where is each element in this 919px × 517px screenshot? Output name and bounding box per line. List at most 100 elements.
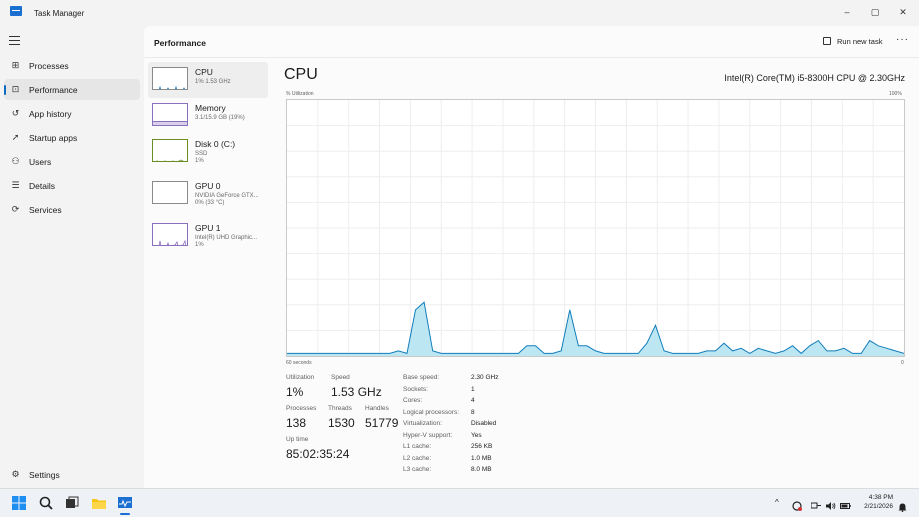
device-title: GPU 1 [195, 223, 221, 233]
details-icon: ☰ [11, 180, 20, 190]
more-options-button[interactable]: ··· [896, 34, 909, 45]
l3-cache-value: 8.0 MB [471, 466, 492, 473]
processes-icon: ⊞ [11, 60, 20, 70]
device-subtitle-2: 1% [195, 158, 204, 164]
cpu-model-name: Intel(R) Core(TM) i5-8300H CPU @ 2.30GHz [724, 73, 905, 83]
battery-icon[interactable] [840, 498, 851, 509]
cpu-thumbnail-graph [152, 67, 188, 90]
sidebar-item-processes[interactable]: ⊞ Processes [4, 55, 140, 76]
memory-thumbnail-graph [152, 103, 188, 126]
threads-value: 1530 [328, 416, 355, 430]
gpu1-thumbnail-graph [152, 223, 188, 246]
device-gpu-0[interactable]: GPU 0 NVIDIA GeForce GTX... 0% (33 °C) [148, 176, 268, 212]
clock-time[interactable]: 4:38 PM [853, 494, 893, 501]
cpu-utilization-chart [287, 100, 905, 356]
gear-icon: ⚙ [11, 469, 20, 479]
sidebar-item-label: Performance [29, 85, 78, 95]
sidebar-item-app-history[interactable]: ↺ App history [4, 103, 140, 124]
clock-date[interactable]: 2/21/2026 [853, 503, 893, 510]
handles-label: Handles [365, 405, 389, 412]
cpu-utilization-graph [286, 99, 905, 357]
cpu-detail-title: CPU [284, 66, 318, 83]
y-axis-label: % Utilization [286, 91, 314, 97]
sidebar-item-performance[interactable]: ⊡ Performance [4, 79, 140, 100]
sidebar-item-label: Settings [29, 470, 60, 480]
device-title: GPU 0 [195, 181, 221, 191]
window-title: Task Manager [34, 9, 85, 18]
security-status-icon[interactable] [792, 498, 802, 511]
sidebar-item-users[interactable]: ⚇ Users [4, 151, 140, 172]
utilization-label: Utilization [286, 374, 315, 381]
sidebar-item-settings[interactable]: ⚙ Settings [4, 464, 140, 485]
device-subtitle: Intel(R) UHD Graphic... [195, 235, 258, 241]
search-icon[interactable] [39, 496, 53, 510]
device-gpu-1[interactable]: GPU 1 Intel(R) UHD Graphic... 1% [148, 218, 268, 254]
speed-label: Speed [331, 374, 350, 381]
l2-cache-label: L2 cache: [403, 454, 432, 462]
device-subtitle: 3.1/15.9 GB (19%) [195, 115, 245, 121]
task-view-icon[interactable] [65, 496, 79, 510]
network-icon[interactable] [810, 498, 821, 509]
logical-processors-label: Logical processors: [403, 408, 459, 416]
sidebar-item-details[interactable]: ☰ Details [4, 175, 140, 196]
users-icon: ⚇ [11, 156, 20, 166]
processes-value: 138 [286, 416, 307, 430]
l1-cache-value: 256 KB [471, 443, 493, 450]
device-subtitle: SSD [195, 151, 208, 157]
device-memory[interactable]: Memory 3.1/15.9 GB (19%) [148, 98, 268, 134]
x-axis-right-label: 0 [901, 360, 904, 366]
device-title: Disk 0 (C:) [195, 139, 236, 149]
cores-label: Cores: [403, 397, 423, 404]
maximize-button[interactable]: ▢ [864, 4, 886, 20]
taskbar: ^ 4:38 PM 2/21/2026 [0, 488, 919, 517]
task-manager-app-icon [10, 6, 22, 16]
sidebar-item-startup-apps[interactable]: ➚ Startup apps [4, 127, 140, 148]
sidebar: ⊞ Processes ⊡ Performance ↺ App history … [0, 26, 144, 488]
close-button[interactable]: ✕ [892, 4, 914, 20]
minimize-button[interactable]: – [836, 4, 858, 20]
device-list: CPU 1% 1.53 GHz Memory 3.1/15.9 GB (19%)… [148, 60, 269, 480]
virtualization-value: Disabled [471, 420, 497, 427]
task-manager-taskbar-icon[interactable] [118, 496, 132, 515]
base-speed-value: 2.30 GHz [471, 374, 499, 381]
l1-cache-label: L1 cache: [403, 443, 432, 450]
device-subtitle: NVIDIA GeForce GTX... [195, 193, 259, 199]
gpu0-thumbnail-graph [152, 181, 188, 204]
device-subtitle-2: 0% (33 °C) [195, 200, 225, 206]
device-cpu[interactable]: CPU 1% 1.53 GHz [148, 62, 268, 98]
sidebar-item-label: Details [29, 181, 55, 191]
cores-value: 4 [471, 397, 475, 404]
speed-value: 1.53 GHz [331, 385, 382, 399]
l2-cache-value: 1.0 MB [471, 454, 492, 462]
device-subtitle-2: 1% [195, 242, 204, 248]
device-title: Memory [195, 103, 226, 113]
x-axis-left-label: 60 seconds [286, 360, 312, 366]
threads-label: Threads [328, 405, 352, 412]
y-axis-max-label: 100% [889, 91, 902, 97]
l3-cache-label: L3 cache: [403, 466, 432, 473]
sockets-value: 1 [471, 385, 475, 393]
show-hidden-icons-chevron-icon[interactable]: ^ [775, 498, 779, 507]
hamburger-menu-icon[interactable] [9, 36, 20, 45]
sidebar-item-services[interactable]: ⟳ Services [4, 199, 140, 220]
uptime-value: 85:02:35:24 [286, 447, 350, 461]
logical-processors-value: 8 [471, 408, 475, 416]
processes-label: Processes [286, 405, 317, 412]
run-new-task-label: Run new task [837, 37, 883, 46]
virtualization-label: Virtualization: [403, 420, 442, 427]
sidebar-item-label: Users [29, 157, 52, 167]
run-task-icon [823, 37, 831, 45]
services-icon: ⟳ [11, 204, 20, 214]
device-subtitle: 1% 1.53 GHz [195, 79, 231, 85]
title-bar: Task Manager – ▢ ✕ [0, 0, 919, 26]
file-explorer-icon[interactable] [92, 496, 106, 510]
sidebar-item-label: Processes [29, 61, 69, 71]
device-disk-0[interactable]: Disk 0 (C:) SSD 1% [148, 134, 268, 170]
sockets-label: Sockets: [403, 385, 428, 393]
windows-start-icon[interactable] [12, 496, 26, 510]
volume-icon[interactable] [826, 498, 836, 510]
notification-bell-icon[interactable] [898, 499, 907, 513]
main-panel: Performance Run new task ··· CPU 1% 1.53… [144, 26, 919, 488]
sidebar-item-label: App history [29, 109, 72, 119]
page-title: Performance [154, 38, 206, 48]
